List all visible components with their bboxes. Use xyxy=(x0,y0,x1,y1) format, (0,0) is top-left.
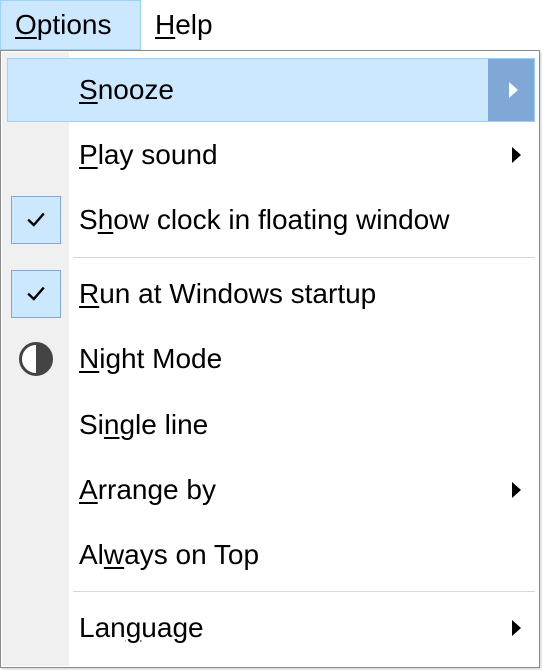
menu-item-run-at-startup[interactable]: Run at Windows startup xyxy=(7,262,535,326)
half-circle-contrast-icon xyxy=(19,342,53,376)
menu-item-label: Single line xyxy=(79,409,209,440)
menu-item-label: Night Mode xyxy=(79,343,223,374)
menu-item-always-on-top[interactable]: Always on Top xyxy=(7,523,535,587)
checked-indicator xyxy=(11,270,61,318)
menu-bar: Options Help xyxy=(0,0,542,50)
menu-options-access-key: O xyxy=(15,9,37,40)
app-window: Options Help Snooze Play sound Show cloc… xyxy=(0,0,542,670)
menu-help-label-post: elp xyxy=(175,9,213,40)
chevron-right-icon xyxy=(512,620,521,636)
menu-item-snooze[interactable]: Snooze xyxy=(7,58,535,122)
menu-options[interactable]: Options xyxy=(0,0,141,50)
menu-separator xyxy=(73,591,535,592)
chevron-right-icon xyxy=(512,482,521,498)
checkmark-icon xyxy=(27,286,45,301)
submenu-arrow-box[interactable] xyxy=(488,59,534,121)
menu-item-label: Play sound xyxy=(79,139,218,170)
menu-item-language[interactable]: Language xyxy=(7,596,535,660)
checked-indicator xyxy=(11,196,61,244)
menu-item-label: Show clock in floating window xyxy=(79,204,450,235)
menu-separator xyxy=(73,257,535,258)
menu-options-label-post: ptions xyxy=(36,9,112,40)
options-dropdown-menu: Snooze Play sound Show clock in floating… xyxy=(0,50,540,668)
menu-item-show-clock-floating[interactable]: Show clock in floating window xyxy=(7,188,535,252)
menu-item-single-line[interactable]: Single line xyxy=(7,393,535,457)
menu-item-label: Always on Top xyxy=(79,539,260,570)
menu-item-label: Run at Windows startup xyxy=(79,278,377,309)
menu-item-arrange-by[interactable]: Arrange by xyxy=(7,458,535,522)
menu-item-label: Snooze xyxy=(79,74,174,105)
menu-help-access-key: H xyxy=(155,9,176,40)
chevron-right-icon xyxy=(512,147,521,163)
checkmark-icon xyxy=(27,212,45,227)
menu-item-play-sound[interactable]: Play sound xyxy=(7,123,535,187)
chevron-right-icon xyxy=(509,82,518,98)
menu-item-label: Language xyxy=(79,612,204,643)
menu-item-night-mode[interactable]: Night Mode xyxy=(7,327,535,391)
menu-help[interactable]: Help xyxy=(141,0,241,50)
menu-item-label: Arrange by xyxy=(79,474,216,505)
